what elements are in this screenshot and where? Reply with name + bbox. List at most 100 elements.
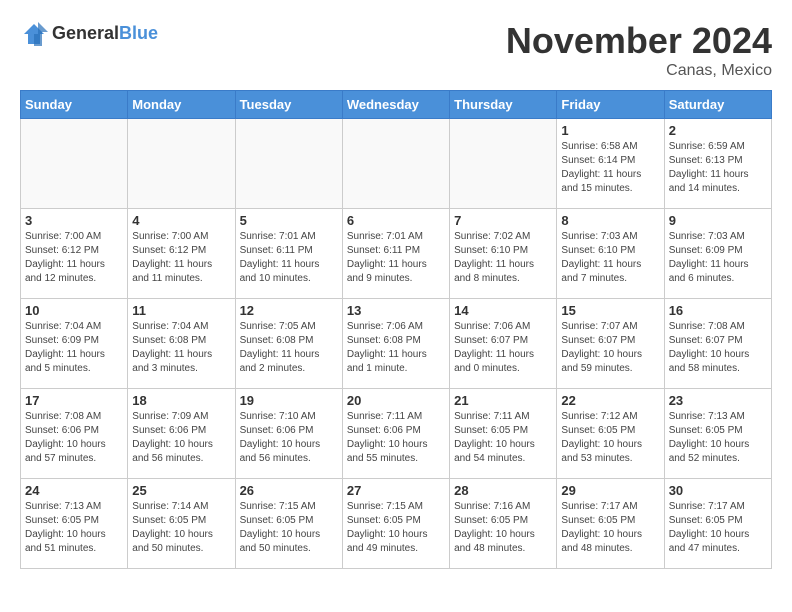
location: Canas, Mexico (506, 62, 772, 80)
day-info: Sunrise: 7:15 AM Sunset: 6:05 PM Dayligh… (240, 500, 338, 556)
calendar-cell: 29 Sunrise: 7:17 AM Sunset: 6:05 PM Dayli… (557, 479, 664, 569)
day-number: 2 (669, 123, 767, 138)
calendar-cell (21, 119, 128, 209)
calendar-cell (450, 119, 557, 209)
calendar-week-4: 17 Sunrise: 7:08 AM Sunset: 6:06 PM Dayli… (21, 389, 772, 479)
calendar-cell: 13 Sunrise: 7:06 AM Sunset: 6:08 PM Dayli… (342, 299, 449, 389)
calendar-cell: 6 Sunrise: 7:01 AM Sunset: 6:11 PM Daylig… (342, 209, 449, 299)
day-number: 16 (669, 303, 767, 318)
calendar-cell: 7 Sunrise: 7:02 AM Sunset: 6:10 PM Daylig… (450, 209, 557, 299)
calendar-cell: 14 Sunrise: 7:06 AM Sunset: 6:07 PM Dayli… (450, 299, 557, 389)
day-info: Sunrise: 7:04 AM Sunset: 6:09 PM Dayligh… (25, 320, 123, 376)
calendar-week-5: 24 Sunrise: 7:13 AM Sunset: 6:05 PM Dayli… (21, 479, 772, 569)
day-number: 10 (25, 303, 123, 318)
day-number: 25 (132, 483, 230, 498)
calendar-cell (342, 119, 449, 209)
calendar-cell: 28 Sunrise: 7:16 AM Sunset: 6:05 PM Dayli… (450, 479, 557, 569)
day-info: Sunrise: 7:08 AM Sunset: 6:06 PM Dayligh… (25, 410, 123, 466)
calendar-cell: 27 Sunrise: 7:15 AM Sunset: 6:05 PM Dayli… (342, 479, 449, 569)
generalblue-logo-icon (20, 20, 48, 48)
day-info: Sunrise: 7:13 AM Sunset: 6:05 PM Dayligh… (669, 410, 767, 466)
day-info: Sunrise: 7:17 AM Sunset: 6:05 PM Dayligh… (669, 500, 767, 556)
day-number: 19 (240, 393, 338, 408)
day-number: 3 (25, 213, 123, 228)
calendar-cell: 24 Sunrise: 7:13 AM Sunset: 6:05 PM Dayli… (21, 479, 128, 569)
calendar-cell: 9Sunrise: 7:03 AM Sunset: 6:09 PM Daylig… (664, 209, 771, 299)
calendar-cell (235, 119, 342, 209)
title-area: November 2024 Canas, Mexico (506, 20, 772, 80)
day-info: Sunrise: 7:06 AM Sunset: 6:07 PM Dayligh… (454, 320, 552, 376)
day-info: Sunrise: 7:08 AM Sunset: 6:07 PM Dayligh… (669, 320, 767, 376)
calendar-cell: 30Sunrise: 7:17 AM Sunset: 6:05 PM Dayli… (664, 479, 771, 569)
day-info: Sunrise: 7:09 AM Sunset: 6:06 PM Dayligh… (132, 410, 230, 466)
calendar-cell: 25Sunrise: 7:14 AM Sunset: 6:05 PM Dayli… (128, 479, 235, 569)
calendar-cell: 3 Sunrise: 7:00 AM Sunset: 6:12 PM Daylig… (21, 209, 128, 299)
day-number: 6 (347, 213, 445, 228)
day-number: 14 (454, 303, 552, 318)
day-info: Sunrise: 7:15 AM Sunset: 6:05 PM Dayligh… (347, 500, 445, 556)
day-number: 17 (25, 393, 123, 408)
col-header-tuesday: Tuesday (235, 91, 342, 119)
logo-text: GeneralBlue (52, 24, 158, 44)
day-number: 24 (25, 483, 123, 498)
day-number: 9 (669, 213, 767, 228)
calendar-week-3: 10 Sunrise: 7:04 AM Sunset: 6:09 PM Dayli… (21, 299, 772, 389)
day-info: Sunrise: 7:17 AM Sunset: 6:05 PM Dayligh… (561, 500, 659, 556)
calendar-cell: 26 Sunrise: 7:15 AM Sunset: 6:05 PM Dayli… (235, 479, 342, 569)
day-number: 5 (240, 213, 338, 228)
col-header-sunday: Sunday (21, 91, 128, 119)
day-info: Sunrise: 7:01 AM Sunset: 6:11 PM Dayligh… (240, 230, 338, 286)
calendar-cell: 12Sunrise: 7:05 AM Sunset: 6:08 PM Dayli… (235, 299, 342, 389)
day-info: Sunrise: 7:11 AM Sunset: 6:05 PM Dayligh… (454, 410, 552, 466)
col-header-friday: Friday (557, 91, 664, 119)
calendar-header-row: SundayMondayTuesdayWednesdayThursdayFrid… (21, 91, 772, 119)
calendar-cell: 19 Sunrise: 7:10 AM Sunset: 6:06 PM Dayli… (235, 389, 342, 479)
calendar-cell: 1Sunrise: 6:58 AM Sunset: 6:14 PM Daylig… (557, 119, 664, 209)
calendar-week-2: 3 Sunrise: 7:00 AM Sunset: 6:12 PM Daylig… (21, 209, 772, 299)
day-number: 7 (454, 213, 552, 228)
day-number: 13 (347, 303, 445, 318)
page-header: GeneralBlue November 2024 Canas, Mexico (20, 20, 772, 80)
calendar-cell: 23 Sunrise: 7:13 AM Sunset: 6:05 PM Dayli… (664, 389, 771, 479)
day-number: 26 (240, 483, 338, 498)
day-info: Sunrise: 7:07 AM Sunset: 6:07 PM Dayligh… (561, 320, 659, 376)
calendar-table: SundayMondayTuesdayWednesdayThursdayFrid… (20, 90, 772, 569)
day-number: 23 (669, 393, 767, 408)
day-number: 29 (561, 483, 659, 498)
calendar-cell: 2 Sunrise: 6:59 AM Sunset: 6:13 PM Daylig… (664, 119, 771, 209)
day-info: Sunrise: 7:03 AM Sunset: 6:10 PM Dayligh… (561, 230, 659, 286)
day-info: Sunrise: 7:12 AM Sunset: 6:05 PM Dayligh… (561, 410, 659, 466)
day-info: Sunrise: 7:06 AM Sunset: 6:08 PM Dayligh… (347, 320, 445, 376)
day-number: 1 (561, 123, 659, 138)
day-info: Sunrise: 7:10 AM Sunset: 6:06 PM Dayligh… (240, 410, 338, 466)
day-info: Sunrise: 7:16 AM Sunset: 6:05 PM Dayligh… (454, 500, 552, 556)
calendar-cell: 11Sunrise: 7:04 AM Sunset: 6:08 PM Dayli… (128, 299, 235, 389)
day-number: 20 (347, 393, 445, 408)
month-title: November 2024 (506, 20, 772, 62)
day-number: 28 (454, 483, 552, 498)
calendar-cell: 22Sunrise: 7:12 AM Sunset: 6:05 PM Dayli… (557, 389, 664, 479)
day-info: Sunrise: 7:01 AM Sunset: 6:11 PM Dayligh… (347, 230, 445, 286)
calendar-cell: 17 Sunrise: 7:08 AM Sunset: 6:06 PM Dayli… (21, 389, 128, 479)
day-info: Sunrise: 6:59 AM Sunset: 6:13 PM Dayligh… (669, 140, 767, 196)
day-number: 15 (561, 303, 659, 318)
calendar-cell: 8Sunrise: 7:03 AM Sunset: 6:10 PM Daylig… (557, 209, 664, 299)
day-info: Sunrise: 7:13 AM Sunset: 6:05 PM Dayligh… (25, 500, 123, 556)
col-header-saturday: Saturday (664, 91, 771, 119)
calendar-cell (128, 119, 235, 209)
day-info: Sunrise: 7:11 AM Sunset: 6:06 PM Dayligh… (347, 410, 445, 466)
calendar-cell: 4 Sunrise: 7:00 AM Sunset: 6:12 PM Daylig… (128, 209, 235, 299)
calendar-cell: 10 Sunrise: 7:04 AM Sunset: 6:09 PM Dayli… (21, 299, 128, 389)
calendar-cell: 18Sunrise: 7:09 AM Sunset: 6:06 PM Dayli… (128, 389, 235, 479)
col-header-thursday: Thursday (450, 91, 557, 119)
day-number: 4 (132, 213, 230, 228)
logo: GeneralBlue (20, 20, 158, 48)
calendar-cell: 15 Sunrise: 7:07 AM Sunset: 6:07 PM Dayli… (557, 299, 664, 389)
calendar-cell: 20 Sunrise: 7:11 AM Sunset: 6:06 PM Dayli… (342, 389, 449, 479)
day-number: 27 (347, 483, 445, 498)
day-info: Sunrise: 7:00 AM Sunset: 6:12 PM Dayligh… (25, 230, 123, 286)
day-info: Sunrise: 7:04 AM Sunset: 6:08 PM Dayligh… (132, 320, 230, 376)
day-info: Sunrise: 7:00 AM Sunset: 6:12 PM Dayligh… (132, 230, 230, 286)
calendar-week-1: 1Sunrise: 6:58 AM Sunset: 6:14 PM Daylig… (21, 119, 772, 209)
day-info: Sunrise: 7:02 AM Sunset: 6:10 PM Dayligh… (454, 230, 552, 286)
